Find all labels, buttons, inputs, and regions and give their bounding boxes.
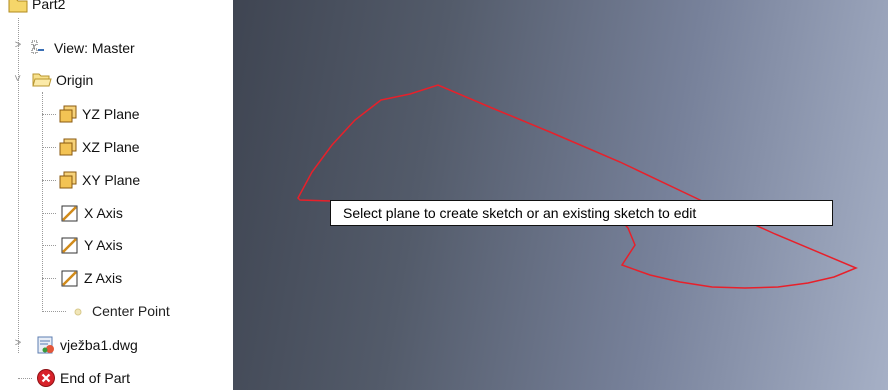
tooltip: Select plane to create sketch or an exis… bbox=[330, 200, 833, 226]
sketch-profile[interactable] bbox=[0, 0, 888, 390]
sketch-profile-path[interactable] bbox=[297, 84, 858, 289]
